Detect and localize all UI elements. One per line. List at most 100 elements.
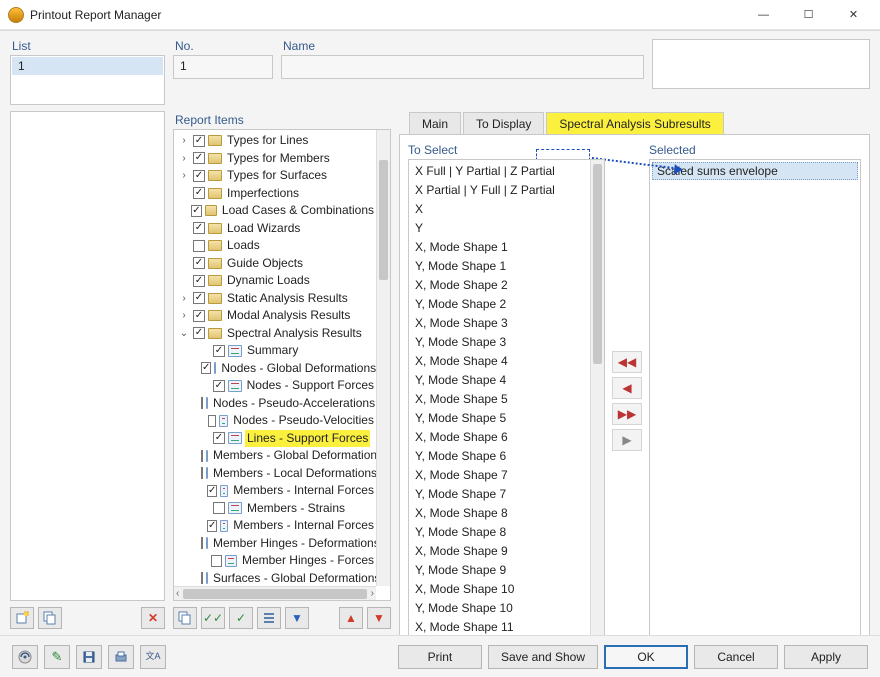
- tab-main[interactable]: Main: [409, 112, 461, 135]
- tree-node[interactable]: Nodes - Pseudo-Accelerations: [174, 395, 376, 413]
- tree-node[interactable]: ⌄✓Spectral Analysis Results: [174, 325, 376, 343]
- tree-node[interactable]: ✓Dynamic Loads: [174, 272, 376, 290]
- language-button[interactable]: 文A: [140, 645, 166, 669]
- filter-button[interactable]: ▼: [285, 607, 309, 629]
- tree-node[interactable]: ✓Load Cases & Combinations: [174, 202, 376, 220]
- tree-node[interactable]: Loads: [174, 237, 376, 255]
- to-select-item[interactable]: X, Mode Shape 10: [409, 580, 604, 599]
- checkbox[interactable]: ✓: [213, 345, 225, 357]
- checkbox[interactable]: ✓: [193, 275, 205, 287]
- to-select-item[interactable]: Y, Mode Shape 7: [409, 485, 604, 504]
- cancel-button[interactable]: Cancel: [694, 645, 778, 669]
- tree-node[interactable]: ✓Guide Objects: [174, 255, 376, 273]
- collapse-icon[interactable]: ⌄: [178, 327, 190, 339]
- tree-horizontal-scrollbar[interactable]: ‹›: [174, 586, 376, 600]
- new-report-button[interactable]: [10, 607, 34, 629]
- settings-button[interactable]: ✎: [44, 645, 70, 669]
- to-select-item[interactable]: Y: [409, 219, 604, 238]
- checkbox[interactable]: [201, 537, 203, 549]
- checkbox[interactable]: ✓: [193, 152, 205, 164]
- checkbox[interactable]: ✓: [193, 135, 205, 147]
- tree-node[interactable]: Member Hinges - Deformations: [174, 535, 376, 553]
- to-select-item[interactable]: Y, Mode Shape 10: [409, 599, 604, 618]
- tree-node[interactable]: ✓Summary: [174, 342, 376, 360]
- tree-node[interactable]: ✓Imperfections: [174, 185, 376, 203]
- checkbox[interactable]: ✓: [193, 222, 205, 234]
- to-select-item[interactable]: X, Mode Shape 4: [409, 352, 604, 371]
- name-field[interactable]: [281, 55, 644, 79]
- no-field[interactable]: 1: [173, 55, 273, 79]
- to-select-item[interactable]: X, Mode Shape 9: [409, 542, 604, 561]
- move-right-button[interactable]: ▶: [612, 429, 642, 451]
- to-select-item[interactable]: X, Mode Shape 6: [409, 428, 604, 447]
- to-select-item[interactable]: Y, Mode Shape 9: [409, 561, 604, 580]
- to-select-item[interactable]: Y, Mode Shape 5: [409, 409, 604, 428]
- tree-node[interactable]: Members - Strains: [174, 500, 376, 518]
- move-left-button[interactable]: ◀: [612, 377, 642, 399]
- check-all-button[interactable]: ✓✓: [201, 607, 225, 629]
- tree-node[interactable]: Members - Global Deformations: [174, 447, 376, 465]
- tree-node[interactable]: Surfaces - Global Deformations: [174, 570, 376, 587]
- expand-icon[interactable]: ›: [178, 292, 190, 304]
- tree-node[interactable]: ›✓Types for Lines: [174, 132, 376, 150]
- minimize-button[interactable]: —: [741, 1, 786, 29]
- list-item[interactable]: 1: [12, 57, 163, 75]
- maximize-button[interactable]: ☐: [786, 1, 831, 29]
- checkbox[interactable]: ✓: [207, 485, 217, 497]
- to-select-item[interactable]: Y, Mode Shape 8: [409, 523, 604, 542]
- to-select-scrollbar[interactable]: [590, 160, 604, 644]
- to-select-item[interactable]: X: [409, 200, 604, 219]
- to-select-item[interactable]: Y, Mode Shape 1: [409, 257, 604, 276]
- checkbox[interactable]: ✓: [193, 327, 205, 339]
- tree-node[interactable]: ›✓Types for Members: [174, 150, 376, 168]
- checkbox[interactable]: ✓: [213, 432, 225, 444]
- tree-node[interactable]: ›✓Static Analysis Results: [174, 290, 376, 308]
- save-and-show-button[interactable]: Save and Show: [488, 645, 598, 669]
- report-list[interactable]: 1: [10, 55, 165, 105]
- save-button[interactable]: [76, 645, 102, 669]
- print-button[interactable]: Print: [398, 645, 482, 669]
- copy-items-button[interactable]: [173, 607, 197, 629]
- to-select-item[interactable]: Y, Mode Shape 3: [409, 333, 604, 352]
- to-select-item[interactable]: Y, Mode Shape 2: [409, 295, 604, 314]
- to-select-item[interactable]: X, Mode Shape 1: [409, 238, 604, 257]
- checkbox[interactable]: ✓: [207, 520, 217, 532]
- checkbox[interactable]: ✓: [213, 380, 225, 392]
- checkbox[interactable]: [193, 240, 205, 252]
- tree-node[interactable]: ✓Members - Internal Forces: [174, 482, 376, 500]
- tab-to-display[interactable]: To Display: [463, 112, 544, 135]
- to-select-item[interactable]: X, Mode Shape 8: [409, 504, 604, 523]
- selected-list[interactable]: Scaled sums envelope: [649, 159, 861, 659]
- to-select-item[interactable]: X, Mode Shape 3: [409, 314, 604, 333]
- print-setup-button[interactable]: [108, 645, 134, 669]
- to-select-item[interactable]: Y, Mode Shape 4: [409, 371, 604, 390]
- checkbox[interactable]: ✓: [193, 170, 205, 182]
- move-up-button[interactable]: ▲: [339, 607, 363, 629]
- tree-node[interactable]: ›✓Types for Surfaces: [174, 167, 376, 185]
- uncheck-all-button[interactable]: ✓: [229, 607, 253, 629]
- checkbox[interactable]: [201, 450, 203, 462]
- to-select-item[interactable]: X, Mode Shape 7: [409, 466, 604, 485]
- checkbox[interactable]: ✓: [191, 205, 202, 217]
- tree-node[interactable]: Members - Local Deformations: [174, 465, 376, 483]
- tree-node[interactable]: Member Hinges - Forces: [174, 552, 376, 570]
- ok-button[interactable]: OK: [604, 645, 688, 669]
- expand-icon[interactable]: ›: [178, 135, 190, 147]
- checkbox[interactable]: ✓: [193, 292, 205, 304]
- tree-node[interactable]: ✓Nodes - Support Forces: [174, 377, 376, 395]
- checkbox[interactable]: [208, 415, 216, 427]
- delete-report-button[interactable]: ✕: [141, 607, 165, 629]
- expand-icon[interactable]: ›: [178, 152, 190, 164]
- close-button[interactable]: ✕: [831, 1, 876, 29]
- checkbox[interactable]: [211, 555, 222, 567]
- checkbox[interactable]: ✓: [201, 362, 211, 374]
- to-select-item[interactable]: X, Mode Shape 5: [409, 390, 604, 409]
- expand-icon[interactable]: ›: [178, 170, 190, 182]
- copy-report-button[interactable]: [38, 607, 62, 629]
- to-select-item[interactable]: X Full | Y Partial | Z Partial: [409, 162, 604, 181]
- move-down-button[interactable]: ▼: [367, 607, 391, 629]
- checkbox[interactable]: [213, 502, 225, 514]
- tree-node[interactable]: ✓Lines - Support Forces: [174, 430, 376, 448]
- checkbox[interactable]: [201, 467, 203, 479]
- apply-button[interactable]: Apply: [784, 645, 868, 669]
